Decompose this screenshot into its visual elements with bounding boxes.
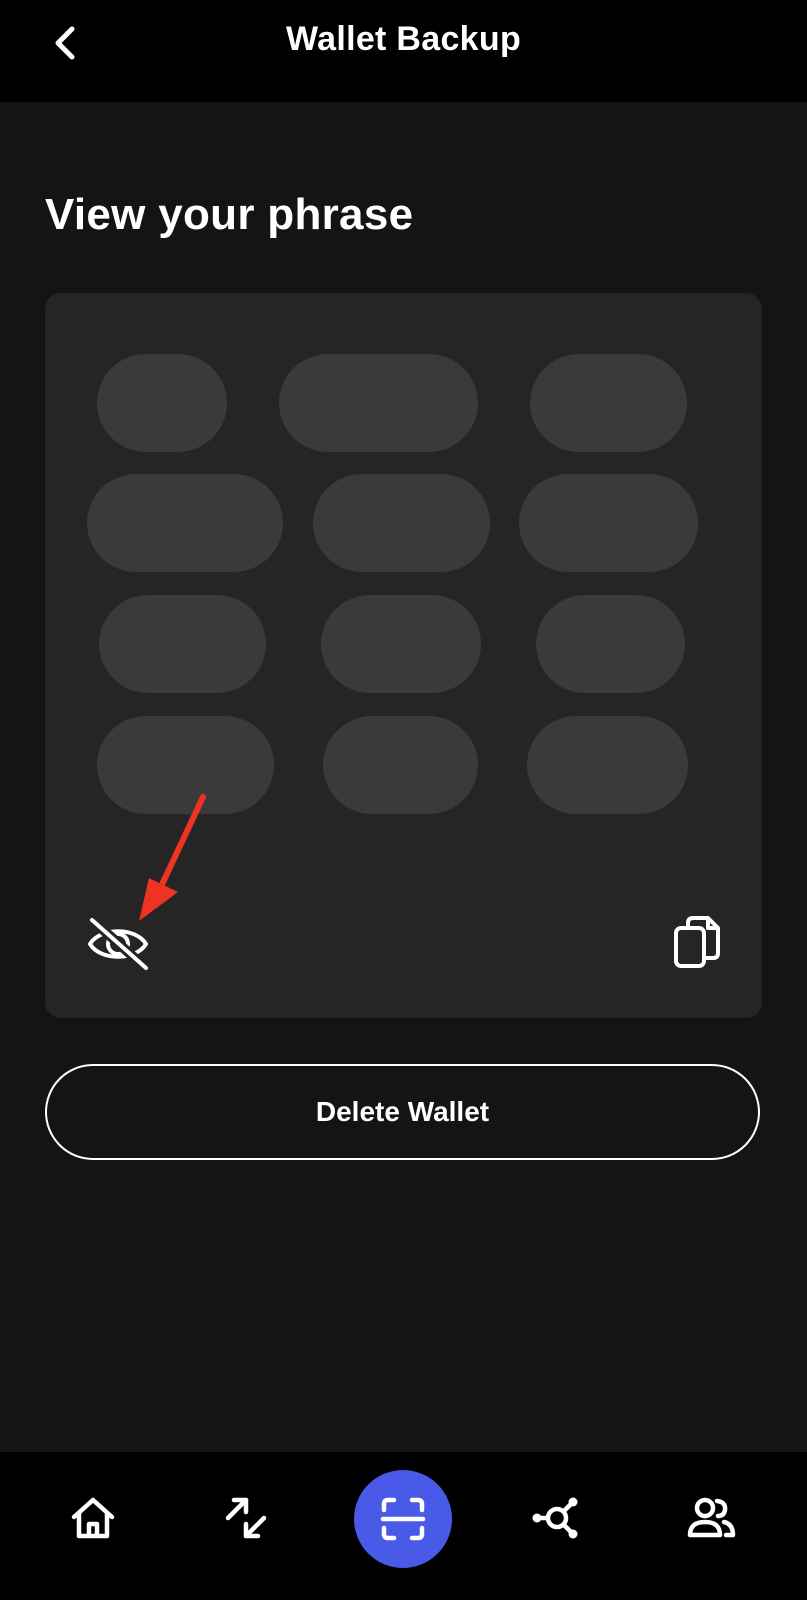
nav-contacts[interactable]	[666, 1452, 756, 1584]
hidden-word-pill	[99, 595, 266, 693]
copy-phrase-button[interactable]	[668, 913, 728, 973]
copy-icon	[674, 916, 720, 968]
eye-off-icon	[88, 916, 150, 972]
nav-swap[interactable]	[201, 1452, 291, 1584]
recovery-phrase-card	[45, 293, 762, 1018]
hidden-word-pill	[323, 716, 478, 814]
hidden-word-pill	[321, 595, 481, 693]
scan-icon	[380, 1497, 426, 1541]
show-phrase-toggle[interactable]	[83, 913, 153, 973]
delete-wallet-button[interactable]: Delete Wallet	[45, 1064, 760, 1160]
hidden-word-pill	[97, 354, 227, 452]
hidden-word-pill	[279, 354, 478, 452]
page-title: Wallet Backup	[285, 20, 522, 58]
top-bar: Wallet Backup	[0, 0, 807, 102]
nav-network[interactable]	[512, 1452, 602, 1584]
hidden-word-pill	[313, 474, 490, 572]
bottom-nav	[0, 1452, 807, 1600]
hidden-word-pill	[530, 354, 687, 452]
nav-scan[interactable]	[354, 1470, 452, 1568]
hidden-word-pill	[87, 474, 283, 572]
home-icon	[71, 1497, 115, 1539]
hidden-word-pill	[519, 474, 698, 572]
hidden-word-pill	[527, 716, 688, 814]
nav-home[interactable]	[48, 1452, 138, 1584]
users-icon	[687, 1497, 736, 1538]
section-title: View your phrase	[45, 190, 414, 239]
network-icon	[532, 1497, 578, 1539]
hidden-word-pill	[536, 595, 685, 693]
hidden-word-pill	[97, 716, 274, 814]
swap-icon	[225, 1497, 267, 1539]
